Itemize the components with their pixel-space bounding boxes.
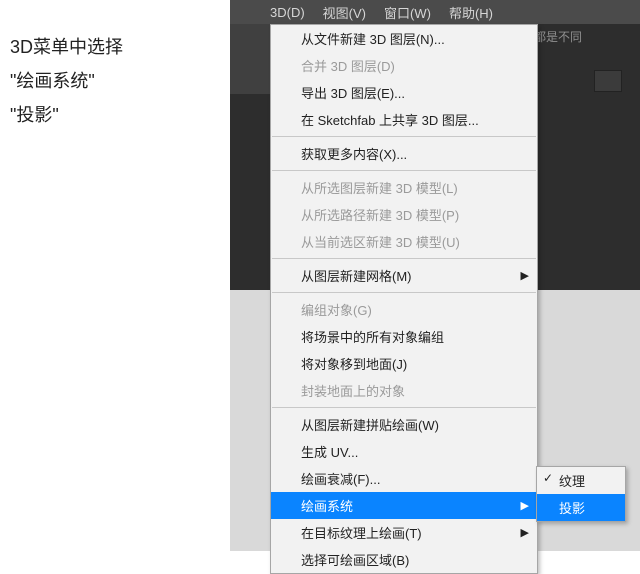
menu-item-label: 在目标纹理上绘画(T) <box>301 523 422 542</box>
menu-item[interactable]: 从文件新建 3D 图层(N)... <box>271 25 537 52</box>
tool-panel <box>230 24 270 94</box>
dropdown-control[interactable] <box>594 70 622 92</box>
menu-item-label: 从所选路径新建 3D 模型(P) <box>301 205 459 224</box>
menubar-item-view[interactable]: 视图(V) <box>323 3 366 22</box>
menu-item-label: 绘画衰减(F)... <box>301 469 380 488</box>
menu-item-label: 将场景中的所有对象编组 <box>301 327 444 346</box>
menu-separator <box>272 258 536 259</box>
menu-item[interactable]: 将对象移到地面(J) <box>271 350 537 377</box>
menu-separator <box>272 170 536 171</box>
instruction-line: 3D菜单中选择 <box>10 30 123 64</box>
instruction-line: "绘画系统" <box>10 64 123 98</box>
menu-item[interactable]: 选择可绘画区域(B) <box>271 546 537 573</box>
menu-item[interactable]: 将场景中的所有对象编组 <box>271 323 537 350</box>
menu-item[interactable]: 生成 UV... <box>271 438 537 465</box>
instruction-line: "投影" <box>10 98 123 132</box>
menu-item[interactable]: 导出 3D 图层(E)... <box>271 79 537 106</box>
menu-item-label: 选择可绘画区域(B) <box>301 550 409 569</box>
menu-item[interactable]: 从图层新建网格(M) ▶ <box>271 262 537 289</box>
menu-item[interactable]: 绘画衰减(F)... <box>271 465 537 492</box>
menu-separator <box>272 292 536 293</box>
menu-item-label: 封装地面上的对象 <box>301 381 405 400</box>
menu-separator <box>272 407 536 408</box>
submenu-item-label: 投影 <box>559 501 585 516</box>
menu-item[interactable]: 绘画系统 ▶ <box>271 492 537 519</box>
menu-item: 从当前选区新建 3D 模型(U) <box>271 228 537 255</box>
menu-item[interactable]: 在目标纹理上绘画(T) ▶ <box>271 519 537 546</box>
menu-item[interactable]: 从图层新建拼贴绘画(W) <box>271 411 537 438</box>
submenu-item-label: 纹理 <box>559 474 585 489</box>
menu-item-label: 绘画系统 <box>301 496 353 515</box>
menu-item-label: 编组对象(G) <box>301 300 372 319</box>
menu-item-label: 生成 UV... <box>301 442 358 461</box>
instruction-text: 3D菜单中选择 "绘画系统" "投影" <box>10 30 123 133</box>
menu-item-label: 将对象移到地面(J) <box>301 354 407 373</box>
menu-item[interactable]: 获取更多内容(X)... <box>271 140 537 167</box>
menu-item: 编组对象(G) <box>271 296 537 323</box>
submenu-arrow-icon: ▶ <box>521 269 529 282</box>
menu-item-label: 获取更多内容(X)... <box>301 144 407 163</box>
menu-item: 封装地面上的对象 <box>271 377 537 404</box>
paint-system-submenu: ✓ 纹理投影 <box>536 466 626 522</box>
menu-item-label: 合并 3D 图层(D) <box>301 56 395 75</box>
3d-dropdown-menu: 从文件新建 3D 图层(N)... 合并 3D 图层(D) 导出 3D 图层(E).… <box>270 24 538 574</box>
menu-item-label: 导出 3D 图层(E)... <box>301 83 405 102</box>
check-icon: ✓ <box>543 471 553 485</box>
menu-item-label: 从所选图层新建 3D 模型(L) <box>301 178 458 197</box>
menubar: 3D(D) 视图(V) 窗口(W) 帮助(H) <box>230 0 640 24</box>
menubar-item-3d[interactable]: 3D(D) <box>270 5 305 20</box>
menu-item-label: 从文件新建 3D 图层(N)... <box>301 29 445 48</box>
menubar-item-help[interactable]: 帮助(H) <box>449 3 493 22</box>
menu-item-label: 从当前选区新建 3D 模型(U) <box>301 232 460 251</box>
menu-item: 从所选路径新建 3D 模型(P) <box>271 201 537 228</box>
menu-item: 合并 3D 图层(D) <box>271 52 537 79</box>
submenu-item[interactable]: 投影 <box>537 494 625 521</box>
menu-item-label: 从图层新建拼贴绘画(W) <box>301 415 439 434</box>
submenu-arrow-icon: ▶ <box>521 499 529 512</box>
menu-item: 从所选图层新建 3D 模型(L) <box>271 174 537 201</box>
menu-separator <box>272 136 536 137</box>
submenu-arrow-icon: ▶ <box>521 526 529 539</box>
menu-item-label: 从图层新建网格(M) <box>301 266 412 285</box>
menubar-item-window[interactable]: 窗口(W) <box>384 3 431 22</box>
menu-item[interactable]: 在 Sketchfab 上共享 3D 图层... <box>271 106 537 133</box>
menu-item-label: 在 Sketchfab 上共享 3D 图层... <box>301 110 479 129</box>
submenu-item[interactable]: ✓ 纹理 <box>537 467 625 494</box>
